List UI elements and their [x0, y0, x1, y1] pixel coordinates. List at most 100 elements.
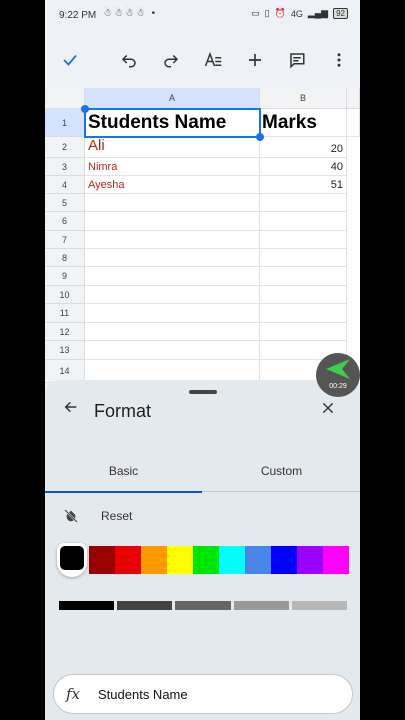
row-header-7[interactable]: 7 — [45, 231, 85, 249]
cell-a2[interactable]: Ali — [85, 137, 260, 158]
formula-bar-value[interactable]: Students Name — [98, 687, 188, 702]
empty-cell[interactable] — [85, 304, 260, 323]
screen-recorder-bubble[interactable]: 00:29 — [316, 353, 360, 397]
color-swatch-selected[interactable] — [57, 543, 87, 577]
empty-cell[interactable] — [260, 323, 347, 341]
alarm-icon: ⏰ — [274, 8, 286, 18]
signal-icon: ▂▄▆ — [307, 8, 329, 18]
color-swatch-cornflower-blue[interactable] — [245, 546, 271, 574]
color-swatch-orange[interactable] — [141, 546, 167, 574]
gray-palette — [59, 601, 348, 611]
empty-cell[interactable] — [85, 286, 260, 304]
row-header-11[interactable]: 11 — [45, 304, 85, 323]
formula-bar[interactable]: fx Students Name — [53, 674, 353, 714]
fx-icon: fx — [66, 685, 81, 703]
empty-cell[interactable] — [260, 212, 347, 231]
format-panel: Format Basic Custom Reset — [45, 380, 360, 720]
row-header-4[interactable]: 4 — [45, 176, 85, 194]
format-tabs: Basic Custom — [45, 450, 360, 493]
plus-icon[interactable] — [243, 48, 267, 72]
empty-cell[interactable] — [85, 341, 260, 360]
tab-custom[interactable]: Custom — [203, 450, 360, 492]
empty-cell[interactable] — [85, 212, 260, 231]
no-fill-icon — [63, 508, 79, 524]
column-header-b[interactable]: B — [260, 88, 347, 109]
close-icon[interactable] — [321, 399, 335, 420]
vibrate-icon: ▯ — [264, 8, 270, 18]
empty-cell[interactable] — [260, 249, 347, 267]
status-time: 9:22 PM — [59, 10, 97, 21]
color-swatch-black — [60, 546, 84, 570]
color-swatch-dark-red[interactable] — [89, 546, 115, 574]
row-header-2[interactable]: 2 — [45, 137, 85, 158]
tab-basic[interactable]: Basic — [45, 450, 202, 493]
spreadsheet-grid[interactable]: A B 1 2 3 4 5 6 7 8 9 10 11 12 13 14 Stu… — [45, 88, 360, 383]
recorder-arrow-icon — [326, 359, 350, 379]
row-header-5[interactable]: 5 — [45, 194, 85, 212]
row-header-10[interactable]: 10 — [45, 286, 85, 304]
row-header-6[interactable]: 6 — [45, 212, 85, 231]
color-swatch-red[interactable] — [115, 546, 141, 574]
cell-b3[interactable]: 40 — [260, 158, 347, 176]
gray-swatch-dark-3[interactable] — [117, 601, 173, 610]
empty-cell[interactable] — [85, 231, 260, 249]
cell-b4[interactable]: 51 — [260, 176, 347, 194]
row-header-8[interactable]: 8 — [45, 249, 85, 267]
row-header-1[interactable]: 1 — [45, 109, 85, 137]
row-header-9[interactable]: 9 — [45, 267, 85, 286]
phone-screen: 9:22 PM ☃☃☃☃ • ▭ ▯ ⏰ 4G ▂▄▆ 92 A B 1 2 3… — [45, 0, 360, 720]
empty-cell[interactable] — [260, 267, 347, 286]
cell-a4[interactable]: Ayesha — [85, 176, 260, 194]
color-swatch-yellow[interactable] — [167, 546, 193, 574]
check-icon[interactable] — [58, 48, 82, 72]
network-label: 4G — [290, 8, 303, 19]
color-swatch-purple[interactable] — [297, 546, 323, 574]
color-swatch-magenta[interactable] — [323, 546, 349, 574]
reset-label: Reset — [101, 509, 133, 523]
gray-swatch-gray[interactable] — [233, 601, 289, 610]
empty-cell[interactable] — [260, 194, 347, 212]
selection-handle-bottom[interactable] — [256, 133, 264, 141]
cell-a3[interactable]: Nimra — [85, 158, 260, 176]
notification-icons: ☃☃☃☃ • — [103, 8, 158, 19]
back-arrow-icon[interactable] — [63, 399, 79, 420]
empty-cell[interactable] — [85, 194, 260, 212]
empty-cell[interactable] — [260, 304, 347, 323]
gray-swatch-light[interactable] — [291, 601, 348, 610]
comment-icon[interactable] — [285, 48, 309, 72]
color-swatch-blue[interactable] — [271, 546, 297, 574]
row-header-12[interactable]: 12 — [45, 323, 85, 341]
cast-icon: ▭ — [251, 8, 260, 18]
gray-swatch-dark-2[interactable] — [175, 601, 231, 610]
cell-b2[interactable]: 20 — [260, 137, 347, 158]
empty-cell[interactable] — [260, 231, 347, 249]
color-swatch-green[interactable] — [193, 546, 219, 574]
undo-icon[interactable] — [117, 48, 141, 72]
column-header-c[interactable] — [347, 88, 360, 109]
redo-icon[interactable] — [159, 48, 183, 72]
more-vert-icon[interactable] — [327, 48, 351, 72]
reset-row[interactable]: Reset — [45, 505, 360, 529]
drag-handle[interactable] — [189, 390, 217, 394]
color-palette — [57, 543, 349, 577]
cell-c1[interactable] — [347, 109, 360, 137]
empty-cell[interactable] — [85, 323, 260, 341]
column-header-a[interactable]: A — [85, 88, 260, 109]
row-header-3[interactable]: 3 — [45, 158, 85, 176]
empty-cell[interactable] — [85, 267, 260, 286]
recorder-time: 00:29 — [329, 383, 347, 390]
cell-b1[interactable]: Marks — [260, 109, 347, 137]
selection-handle-top[interactable] — [81, 105, 89, 113]
text-format-icon[interactable] — [201, 48, 225, 72]
panel-title: Format — [94, 401, 152, 421]
row-header-13[interactable]: 13 — [45, 341, 85, 360]
corner-cell[interactable] — [45, 88, 85, 109]
gray-swatch-black[interactable] — [59, 601, 115, 610]
status-bar: 9:22 PM ☃☃☃☃ • ▭ ▯ ⏰ 4G ▂▄▆ 92 — [45, 0, 360, 32]
empty-cell[interactable] — [260, 286, 347, 304]
empty-cell[interactable] — [85, 249, 260, 267]
cell-a1[interactable]: Students Name — [85, 109, 260, 137]
color-swatch-cyan[interactable] — [219, 546, 245, 574]
top-toolbar — [45, 40, 360, 80]
status-right-icons: ▭ ▯ ⏰ 4G ▂▄▆ 92 — [251, 8, 348, 19]
